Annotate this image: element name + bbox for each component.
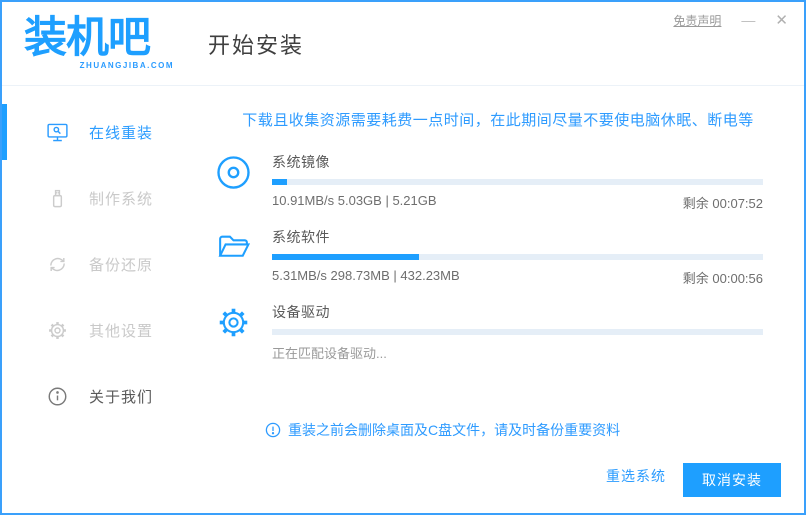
cancel-install-button[interactable]: 取消安装 bbox=[683, 463, 781, 497]
progress-bar bbox=[272, 329, 763, 335]
app-logo-text: 装机吧 bbox=[24, 13, 151, 63]
task-row-system-image: 系统镜像 10.91MB/s 5.03GB | 5.21GB 剩余 00:07:… bbox=[192, 152, 804, 212]
progress-bar bbox=[272, 179, 763, 185]
sidebar-item-label: 其他设置 bbox=[89, 322, 154, 340]
sidebar-item-label: 备份还原 bbox=[89, 256, 154, 274]
app-logo: 装机吧 ZHUANGJIBA.COM bbox=[24, 17, 174, 70]
sidebar-item-label: 关于我们 bbox=[89, 388, 154, 406]
app-window: 装机吧 ZHUANGJIBA.COM 开始安装 免责声明 — ✕ 在线重装 制作… bbox=[0, 0, 806, 515]
sidebar: 在线重装 制作系统 备份还原 其他设置 关于我们 bbox=[2, 87, 192, 513]
active-indicator bbox=[2, 104, 7, 160]
usb-icon bbox=[52, 189, 63, 207]
progress-bar bbox=[272, 254, 763, 260]
backup-warning-note: 重装之前会删除桌面及C盘文件，请及时备份重要资料 bbox=[265, 420, 804, 440]
sidebar-item-other-settings[interactable]: 其他设置 bbox=[2, 297, 192, 363]
task-name: 系统镜像 bbox=[272, 154, 330, 170]
sidebar-item-online-reinstall[interactable]: 在线重装 bbox=[2, 99, 192, 165]
task-remaining: 剩余 00:00:56 bbox=[682, 271, 763, 286]
download-notice: 下载且收集资源需要耗费一点时间，在此期间尽量不要使电脑休眠、断电等 bbox=[242, 112, 754, 129]
task-name: 系统软件 bbox=[272, 229, 330, 245]
settings-icon bbox=[49, 321, 66, 339]
progress-fill bbox=[272, 179, 287, 185]
disc-icon bbox=[217, 156, 250, 189]
task-stats: 5.31MB/s 298.73MB | 432.23MB bbox=[272, 268, 460, 283]
sidebar-item-about-us[interactable]: 关于我们 bbox=[2, 363, 192, 429]
disclaimer-link[interactable]: 免责声明 bbox=[673, 12, 721, 29]
task-stats: 10.91MB/s 5.03GB | 5.21GB bbox=[272, 193, 437, 208]
task-remaining: 剩余 00:07:52 bbox=[682, 196, 763, 211]
close-button[interactable]: ✕ bbox=[775, 13, 788, 28]
reselect-system-button[interactable]: 重选系统 bbox=[606, 466, 666, 486]
sidebar-item-label: 制作系统 bbox=[89, 190, 154, 208]
sidebar-item-label: 在线重装 bbox=[89, 124, 154, 142]
sidebar-item-make-system[interactable]: 制作系统 bbox=[2, 165, 192, 231]
main-panel: 下载且收集资源需要耗费一点时间，在此期间尽量不要使电脑休眠、断电等 系统镜像 1… bbox=[192, 87, 804, 513]
task-name: 设备驱动 bbox=[272, 304, 330, 320]
gear-icon bbox=[219, 308, 248, 337]
backup-warning-text: 重装之前会删除桌面及C盘文件，请及时备份重要资料 bbox=[288, 422, 621, 438]
restore-icon bbox=[50, 257, 65, 271]
task-list: 系统镜像 10.91MB/s 5.03GB | 5.21GB 剩余 00:07:… bbox=[192, 152, 804, 362]
task-row-system-software: 系统软件 5.31MB/s 298.73MB | 432.23MB 剩余 00:… bbox=[192, 227, 804, 287]
app-logo-domain: ZHUANGJIBA.COM bbox=[79, 61, 174, 70]
header: 装机吧 ZHUANGJIBA.COM 开始安装 免责声明 — ✕ bbox=[2, 2, 804, 86]
monitor-icon bbox=[47, 123, 68, 141]
about-icon bbox=[48, 387, 67, 405]
folder-icon bbox=[218, 235, 251, 257]
minimize-button[interactable]: — bbox=[741, 13, 755, 28]
task-row-device-driver: 设备驱动 正在匹配设备驱动... bbox=[192, 302, 804, 362]
window-controls: 免责声明 — ✕ bbox=[673, 12, 788, 29]
progress-fill bbox=[272, 254, 420, 260]
warning-icon bbox=[265, 422, 281, 438]
sidebar-item-backup-restore[interactable]: 备份还原 bbox=[2, 231, 192, 297]
page-title: 开始安装 bbox=[208, 32, 305, 58]
task-status: 正在匹配设备驱动... bbox=[272, 346, 387, 361]
